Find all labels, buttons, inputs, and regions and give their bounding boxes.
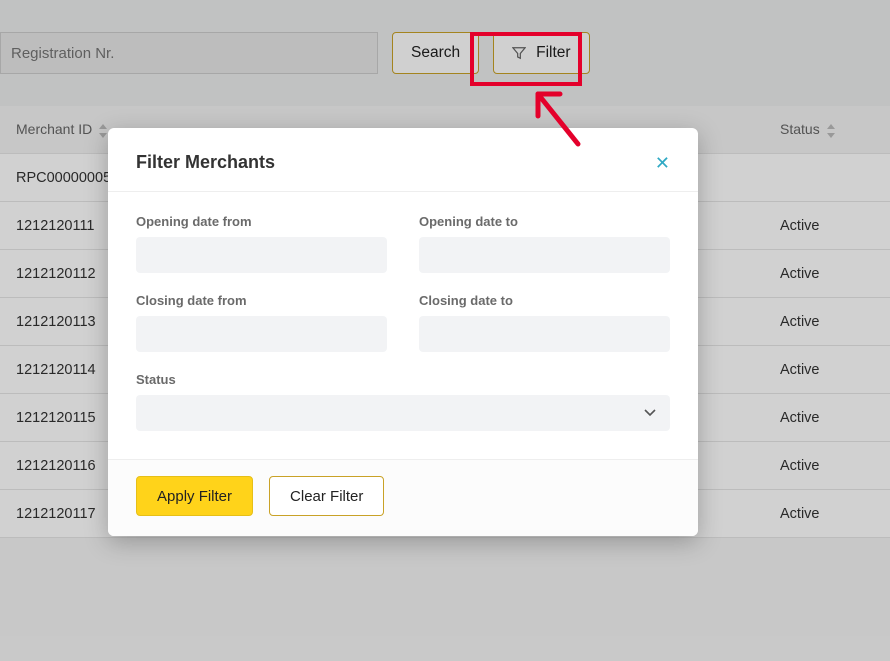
cell-merchant-id: 1212120113 — [0, 314, 120, 330]
filter-button[interactable]: Filter — [493, 32, 589, 74]
clear-filter-button[interactable]: Clear Filter — [269, 476, 384, 516]
cell-status: Active — [780, 314, 890, 330]
modal-close-button[interactable]: ✕ — [655, 154, 670, 172]
modal-body: Opening date from Opening date to Closin… — [108, 192, 698, 459]
sort-icon — [824, 121, 836, 137]
search-button[interactable]: Search — [392, 32, 479, 74]
cell-merchant-id: RPC00000005 — [0, 170, 120, 186]
cell-merchant-id: 1212120111 — [0, 218, 120, 234]
status-label: Status — [136, 372, 670, 387]
modal-footer: Apply Filter Clear Filter — [108, 459, 698, 536]
modal-header: Filter Merchants ✕ — [108, 128, 698, 192]
cell-merchant-id: 1212120117 — [0, 506, 120, 522]
registration-input[interactable] — [0, 32, 378, 74]
col-status-label: Status — [780, 121, 820, 137]
opening-date-to-field: Opening date to — [419, 214, 670, 273]
cell-status: Active — [780, 410, 890, 426]
closing-date-from-input[interactable] — [136, 316, 387, 352]
cell-status: Active — [780, 218, 890, 234]
col-status[interactable]: Status — [780, 121, 890, 137]
cell-status: Active — [780, 362, 890, 378]
close-icon: ✕ — [655, 153, 670, 173]
search-bar: Search Filter — [0, 0, 890, 106]
opening-date-to-label: Opening date to — [419, 214, 670, 229]
closing-date-from-label: Closing date from — [136, 293, 387, 308]
closing-date-to-label: Closing date to — [419, 293, 670, 308]
funnel-icon — [512, 46, 526, 60]
sort-icon — [96, 121, 108, 137]
cell-merchant-id: 1212120116 — [0, 458, 120, 474]
modal-title: Filter Merchants — [136, 152, 275, 173]
opening-date-from-input[interactable] — [136, 237, 387, 273]
cell-status: Active — [780, 506, 890, 522]
opening-date-from-field: Opening date from — [136, 214, 387, 273]
closing-date-to-field: Closing date to — [419, 293, 670, 352]
cell-merchant-id: 1212120115 — [0, 410, 120, 426]
col-merchant-id-label: Merchant ID — [16, 121, 92, 137]
cell-merchant-id: 1212120114 — [0, 362, 120, 378]
closing-date-to-input[interactable] — [419, 316, 670, 352]
filter-merchants-modal: Filter Merchants ✕ Opening date from Ope… — [108, 128, 698, 536]
apply-filter-button[interactable]: Apply Filter — [136, 476, 253, 516]
cell-status: Active — [780, 266, 890, 282]
cell-status: Active — [780, 458, 890, 474]
status-select[interactable] — [136, 395, 670, 431]
col-merchant-id[interactable]: Merchant ID — [0, 121, 120, 137]
cell-merchant-id: 1212120112 — [0, 266, 120, 282]
opening-date-to-input[interactable] — [419, 237, 670, 273]
filter-button-label: Filter — [536, 44, 570, 62]
status-field: Status — [136, 372, 670, 431]
opening-date-from-label: Opening date from — [136, 214, 387, 229]
closing-date-from-field: Closing date from — [136, 293, 387, 352]
